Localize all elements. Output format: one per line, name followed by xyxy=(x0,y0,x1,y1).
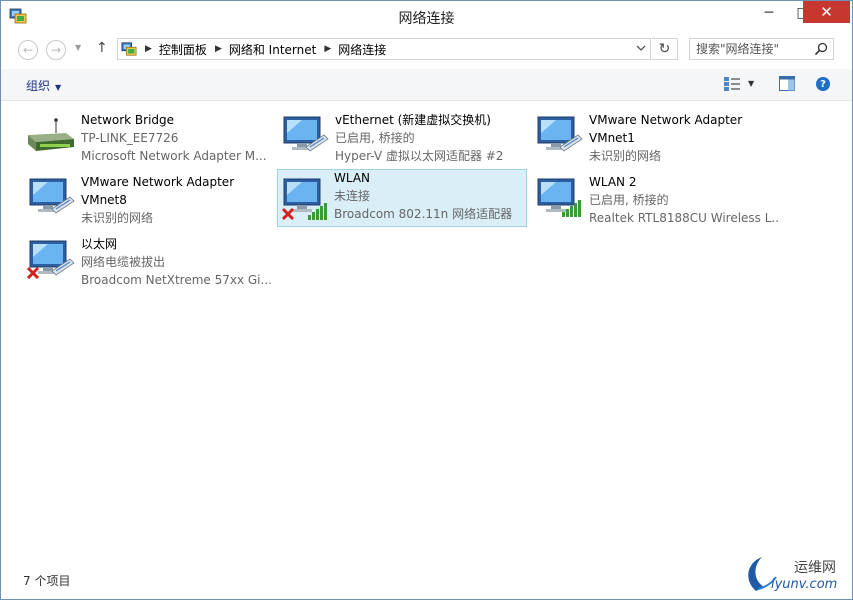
breadcrumb-control-panel[interactable]: 控制面板 xyxy=(159,41,207,58)
close-button[interactable]: ✕ xyxy=(803,1,850,23)
preview-pane-icon[interactable] xyxy=(779,76,795,91)
search-box[interactable] xyxy=(689,38,834,60)
connection-wlan[interactable]: WLAN 未连接 Broadcom 802.11n 网络适配器 xyxy=(277,169,527,227)
connection-vethernet[interactable]: vEthernet (新建虚拟交换机) 已启用, 桥接的 Hyper-V 虚拟以… xyxy=(257,103,507,163)
connection-name: vEthernet (新建虚拟交换机) xyxy=(335,113,491,127)
chevron-down-icon[interactable] xyxy=(635,41,647,55)
title-bar[interactable]: 网络连接 ─ □ ✕ xyxy=(1,1,852,32)
connection-status: 已启用, 桥接的 xyxy=(589,193,669,207)
breadcrumb-network-internet[interactable]: 网络和 Internet xyxy=(229,41,316,58)
wireless-adapter-icon xyxy=(537,178,581,217)
minimize-button[interactable]: ─ xyxy=(752,1,786,25)
connection-ethernet[interactable]: 以太网 网络电缆被拔出 Broadcom NetXtreme 57xx Gi..… xyxy=(3,227,271,287)
connection-text: VMware Network Adapter VMnet1 未识别的网络 xyxy=(589,111,779,165)
recent-locations-button[interactable]: ▼ xyxy=(75,43,81,52)
connection-vmnet8[interactable]: VMware Network Adapter VMnet8 未识别的网络 xyxy=(3,165,253,225)
view-options-button[interactable]: ▼ xyxy=(748,79,754,88)
connections-list: Network Bridge TP-LINK_EE7726 Microsoft … xyxy=(1,101,852,561)
ethernet-disconnected-icon xyxy=(26,240,75,279)
network-connections-window: 网络连接 ─ □ ✕ ← → ▼ ↑ ▶ 控制面板 ▶ 网络和 Internet… xyxy=(0,0,853,600)
wireless-adapter-disconnected-icon xyxy=(281,178,327,221)
connection-device: Broadcom 802.11n 网络适配器 xyxy=(334,207,513,221)
connection-device: Realtek RTL8188CU Wireless L... xyxy=(589,211,779,225)
connection-device: Broadcom NetXtreme 57xx Gi... xyxy=(81,273,271,287)
network-bridge-icon xyxy=(28,118,74,151)
connection-text: WLAN 2 已启用, 桥接的 Realtek RTL8188CU Wirele… xyxy=(589,173,779,227)
connection-text: 以太网 网络电缆被拔出 Broadcom NetXtreme 57xx Gi..… xyxy=(81,235,271,289)
change-view-icon[interactable] xyxy=(723,76,741,92)
connection-wlan-2[interactable]: WLAN 2 已启用, 桥接的 Realtek RTL8188CU Wirele… xyxy=(511,165,779,225)
connection-device: Hyper-V 虚拟以太网适配器 #2 xyxy=(335,149,504,163)
connection-status: 已启用, 桥接的 xyxy=(335,131,415,145)
connection-vmnet1[interactable]: VMware Network Adapter VMnet1 未识别的网络 xyxy=(511,103,761,163)
navigation-bar: ← → ▼ ↑ ▶ 控制面板 ▶ 网络和 Internet ▶ 网络连接 ↻ xyxy=(1,35,852,65)
connection-name-line2: VMnet8 xyxy=(81,193,127,207)
connection-status: TP-LINK_EE7726 xyxy=(81,131,179,145)
chevron-right-icon[interactable]: ▶ xyxy=(145,44,152,54)
caret-down-icon: ▼ xyxy=(55,83,62,92)
watermark-text-en: iyunv.com xyxy=(771,577,838,592)
ethernet-adapter-icon xyxy=(283,116,329,152)
command-bar: 组织 ▼ ▼ ? xyxy=(1,69,852,101)
connection-text: vEthernet (新建虚拟交换机) 已启用, 桥接的 Hyper-V 虚拟以… xyxy=(335,111,525,165)
chevron-right-icon[interactable]: ▶ xyxy=(215,44,222,54)
connection-text: VMware Network Adapter VMnet8 未识别的网络 xyxy=(81,173,271,227)
refresh-button[interactable]: ↻ xyxy=(652,38,678,60)
search-icon[interactable] xyxy=(814,42,828,56)
connection-name: VMware Network Adapter xyxy=(589,113,743,127)
connection-text: Network Bridge TP-LINK_EE7726 Microsoft … xyxy=(81,111,271,165)
connection-name: WLAN 2 xyxy=(589,175,637,189)
ethernet-adapter-icon xyxy=(29,178,75,214)
search-input[interactable] xyxy=(696,42,814,56)
window-title: 网络连接 xyxy=(398,11,455,27)
forward-button[interactable]: → xyxy=(46,40,66,60)
red-x-icon xyxy=(281,207,295,221)
status-bar-item-count: 7 个项目 xyxy=(23,574,71,588)
organize-label: 组织 xyxy=(26,79,51,93)
connection-status: 未识别的网络 xyxy=(589,149,662,163)
address-bar[interactable]: ▶ 控制面板 ▶ 网络和 Internet ▶ 网络连接 xyxy=(117,38,651,60)
connection-network-bridge[interactable]: Network Bridge TP-LINK_EE7726 Microsoft … xyxy=(3,103,267,163)
connection-name: Network Bridge xyxy=(81,113,175,127)
red-x-icon xyxy=(26,266,40,279)
breadcrumb-network-connections[interactable]: 网络连接 xyxy=(338,41,386,58)
connection-name: VMware Network Adapter xyxy=(81,175,235,189)
connection-name: 以太网 xyxy=(81,237,118,251)
control-panel-icon xyxy=(121,42,137,56)
back-button[interactable]: ← xyxy=(18,40,38,60)
chevron-right-icon[interactable]: ▶ xyxy=(324,44,331,54)
connection-status: 未连接 xyxy=(334,189,371,203)
connection-device: Microsoft Network Adapter M... xyxy=(81,149,267,163)
ethernet-adapter-icon xyxy=(537,116,583,152)
up-button[interactable]: ↑ xyxy=(96,40,108,56)
connection-name: WLAN xyxy=(334,171,371,185)
organize-menu-button[interactable]: 组织 ▼ xyxy=(26,77,61,94)
connection-text: WLAN 未连接 Broadcom 802.11n 网络适配器 xyxy=(334,169,524,223)
help-button[interactable]: ? xyxy=(816,77,830,91)
connection-status: 网络电缆被拔出 xyxy=(81,255,166,269)
connection-status: 未识别的网络 xyxy=(81,211,154,225)
connection-name-line2: VMnet1 xyxy=(589,131,635,145)
watermark-text-cn: 运维网 xyxy=(794,560,836,576)
